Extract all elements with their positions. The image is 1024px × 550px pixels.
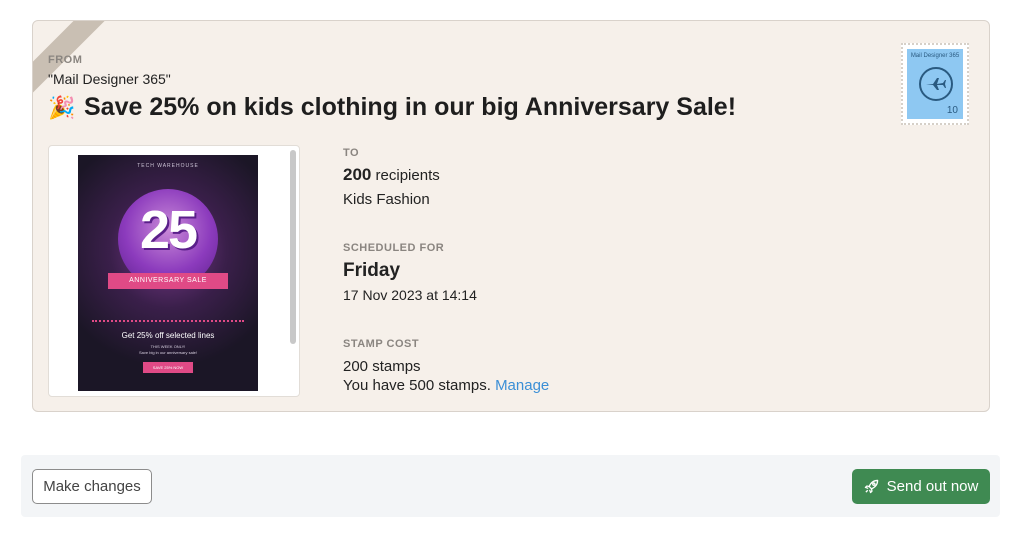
recipient-list: Kids Fashion	[343, 191, 430, 208]
subject-line: 🎉 Save 25% on kids clothing in our big A…	[48, 93, 736, 122]
from-label: FROM	[48, 54, 83, 66]
send-out-now-label: Send out now	[886, 478, 979, 495]
stamp-balance-text: You have 500 stamps.	[343, 377, 496, 394]
recipient-suffix: recipients	[371, 167, 440, 184]
stamp-value: 10	[946, 105, 958, 116]
thumb-line3: Save big in our anniversary sale!	[138, 350, 198, 355]
thumb-line1: Get 25% off selected lines	[121, 331, 215, 340]
campaign-envelope: FROM "Mail Designer 365" 🎉 Save 25% on k…	[32, 20, 990, 412]
to-label: TO	[343, 147, 360, 159]
rocket-icon	[864, 479, 879, 494]
subject-text: Save 25% on kids clothing in our big Ann…	[84, 93, 737, 121]
scheduled-date: 17 Nov 2023 at 14:14	[343, 287, 477, 303]
airplane-icon	[919, 67, 953, 101]
party-popper-icon: 🎉	[48, 94, 76, 120]
recipient-count: 200 recipients	[343, 165, 440, 185]
scheduled-day: Friday	[343, 260, 401, 281]
recipient-number: 200	[343, 165, 372, 184]
thumb-ribbon: ANNIVERSARY SALE	[108, 273, 228, 289]
thumb-brand: TECH WAREHOUSE	[137, 163, 199, 169]
stamp-cost-label: STAMP COST	[343, 338, 420, 350]
action-footer: Make changes Send out now	[21, 455, 1000, 517]
thumb-divider	[92, 320, 244, 322]
from-value: "Mail Designer 365"	[48, 71, 171, 87]
thumb-button: SAVE 25% NOW	[143, 362, 193, 373]
manage-link[interactable]: Manage	[495, 377, 549, 394]
postage-stamp: Mail Designer 365 10	[901, 43, 969, 125]
stamp-cost-value: 200 stamps	[343, 358, 421, 375]
send-out-now-button[interactable]: Send out now	[852, 469, 990, 504]
scheduled-label: SCHEDULED FOR	[343, 242, 445, 254]
stamp-balance: You have 500 stamps. Manage	[343, 377, 549, 394]
email-thumbnail: TECH WAREHOUSE 25 ANNIVERSARY SALE Get 2…	[78, 155, 258, 391]
thumb-line2: THIS WEEK ONLY!	[150, 344, 186, 349]
make-changes-button[interactable]: Make changes	[32, 469, 152, 504]
stamp-text: Mail Designer 365	[910, 53, 960, 59]
email-preview[interactable]: TECH WAREHOUSE 25 ANNIVERSARY SALE Get 2…	[48, 145, 300, 397]
preview-scrollbar[interactable]	[290, 150, 296, 344]
thumb-number: 25	[139, 200, 198, 260]
